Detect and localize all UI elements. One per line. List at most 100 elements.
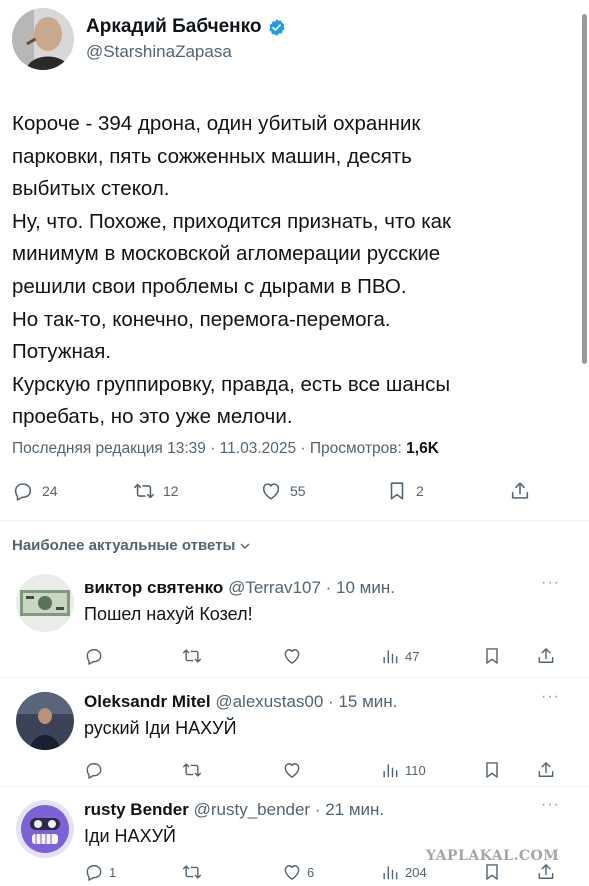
chevron-down-icon xyxy=(240,543,250,549)
bookmark-button[interactable]: 2 xyxy=(386,480,424,502)
reply-button[interactable] xyxy=(84,760,104,780)
divider xyxy=(0,786,589,787)
replies-header-label: Наиболее актуальные ответы xyxy=(12,537,236,554)
share-button[interactable] xyxy=(536,760,556,780)
more-icon[interactable]: ··· xyxy=(541,574,560,592)
tweet-line: Но так-то, конечно, перемога-перемога. xyxy=(12,307,391,331)
bookmark-icon xyxy=(486,864,498,880)
like-button[interactable] xyxy=(282,760,302,780)
reply-text: Пошел нахуй Козел! xyxy=(84,604,253,624)
reply-time[interactable]: · 15 мин. xyxy=(323,692,397,711)
author-avatar[interactable] xyxy=(12,8,74,70)
divider xyxy=(0,677,589,678)
edit-timestamp[interactable]: Последняя редакция 13:39 · 11.03.2025 · … xyxy=(12,440,406,457)
reply-item[interactable]: rusty Bender @rusty_bender · 21 мин. ···… xyxy=(0,796,589,886)
reply-item[interactable]: виктор святенко @Terrav107 · 10 мин. ···… xyxy=(0,574,589,678)
reply-header: виктор святенко @Terrav107 · 10 мин. xyxy=(84,578,395,598)
reply-count: 24 xyxy=(42,483,58,499)
bookmark-icon xyxy=(486,762,498,778)
retweet-button[interactable] xyxy=(182,646,202,666)
tweet-line: Ну, что. Похоже, приходится признать, чт… xyxy=(12,209,451,233)
bookmark-button[interactable] xyxy=(482,760,502,780)
tweet-line: проебать, но это уже мелочи. xyxy=(12,405,293,429)
share-button[interactable] xyxy=(509,480,531,502)
share-icon xyxy=(538,864,554,879)
replies-sort-toggle[interactable]: Наиболее актуальные ответы xyxy=(12,537,251,554)
reply-item[interactable]: Oleksandr Mitel @alexustas00 · 15 мин. ·… xyxy=(0,688,589,792)
tweet-line: Курскую группировку, правда, есть все ша… xyxy=(12,372,451,396)
author-handle[interactable]: @StarshinaZapasa xyxy=(86,42,286,62)
tweet-line: парковки, пять сожженных машин, десять xyxy=(12,144,412,168)
analytics-icon xyxy=(383,866,398,880)
reply-icon xyxy=(86,865,102,881)
reply-header: rusty Bender @rusty_bender · 21 мин. xyxy=(84,800,384,820)
bookmark-button[interactable] xyxy=(482,646,502,666)
verified-badge-icon xyxy=(268,18,285,36)
reply-text: руский Іди НАХУЙ xyxy=(84,718,237,738)
bookmark-button[interactable] xyxy=(482,862,502,882)
share-icon xyxy=(511,482,529,499)
reply-avatar[interactable] xyxy=(16,692,74,750)
tweet-actions: 24 12 55 2 xyxy=(12,477,542,507)
reply-actions: 110 xyxy=(84,760,564,784)
divider xyxy=(0,520,589,521)
tweet-line: выбитых стекол. xyxy=(12,177,170,201)
more-icon[interactable]: ··· xyxy=(541,688,560,706)
reply-actions: 47 xyxy=(84,646,564,670)
like-button[interactable]: 6 xyxy=(282,862,314,882)
reply-icon xyxy=(86,649,102,665)
heart-icon xyxy=(284,649,300,664)
like-count: 6 xyxy=(307,864,315,880)
tweet-line: решили свои проблемы с дырами в ПВО. xyxy=(12,274,407,298)
more-icon[interactable]: ··· xyxy=(541,796,560,814)
share-button[interactable] xyxy=(536,646,556,666)
views-count: 1,6K xyxy=(406,440,439,457)
reply-button[interactable]: 24 xyxy=(12,480,58,502)
reply-avatar[interactable] xyxy=(16,574,74,632)
reply-author-handle[interactable]: @rusty_bender xyxy=(194,800,311,819)
bookmark-icon xyxy=(390,482,404,500)
bookmark-icon xyxy=(486,648,498,664)
reply-author-name[interactable]: Oleksandr Mitel xyxy=(84,692,211,711)
author-name[interactable]: Аркадий Бабченко xyxy=(86,16,262,38)
retweet-icon xyxy=(182,763,202,777)
retweet-icon xyxy=(134,483,154,499)
views-button[interactable]: 47 xyxy=(380,646,419,666)
reply-avatar[interactable] xyxy=(16,800,74,858)
reply-actions: 1 6 204 xyxy=(84,862,564,886)
like-count: 55 xyxy=(290,483,306,499)
reply-author-name[interactable]: виктор святенко xyxy=(84,578,223,597)
retweet-icon xyxy=(182,865,202,879)
share-button[interactable] xyxy=(536,862,556,882)
retweet-button[interactable] xyxy=(182,862,202,882)
reply-button[interactable]: 1 xyxy=(84,862,116,882)
reply-author-name[interactable]: rusty Bender xyxy=(84,800,189,819)
scrollbar[interactable] xyxy=(582,14,587,364)
reply-time[interactable]: · 10 мин. xyxy=(321,578,395,597)
reply-author-handle[interactable]: @Terrav107 xyxy=(228,578,321,597)
retweet-button[interactable]: 12 xyxy=(133,480,179,502)
heart-icon xyxy=(262,483,280,500)
views-button[interactable]: 204 xyxy=(380,862,427,882)
retweet-icon xyxy=(182,649,202,663)
analytics-icon xyxy=(383,764,398,778)
tweet-line: минимум в московской агломерации русские xyxy=(12,242,441,266)
share-icon xyxy=(538,762,554,777)
like-button[interactable] xyxy=(282,646,302,666)
share-icon xyxy=(538,648,554,663)
reply-author-handle[interactable]: @alexustas00 xyxy=(215,692,323,711)
bookmark-count: 2 xyxy=(416,483,424,499)
like-button[interactable]: 55 xyxy=(260,480,306,502)
views-count: 204 xyxy=(405,864,427,880)
retweet-button[interactable] xyxy=(182,760,202,780)
heart-icon xyxy=(284,763,300,778)
views-button[interactable]: 110 xyxy=(380,760,426,780)
analytics-icon xyxy=(383,650,398,664)
watermark: YAPLAKAL.COM xyxy=(426,848,560,864)
reply-header: Oleksandr Mitel @alexustas00 · 15 мин. xyxy=(84,692,397,712)
reply-button[interactable] xyxy=(84,646,104,666)
tweet-text: Короче - 394 дрона, один убитый охранник… xyxy=(12,108,572,434)
reply-time[interactable]: · 21 мин. xyxy=(310,800,384,819)
retweet-count: 12 xyxy=(163,483,179,499)
views-count: 110 xyxy=(405,762,426,778)
